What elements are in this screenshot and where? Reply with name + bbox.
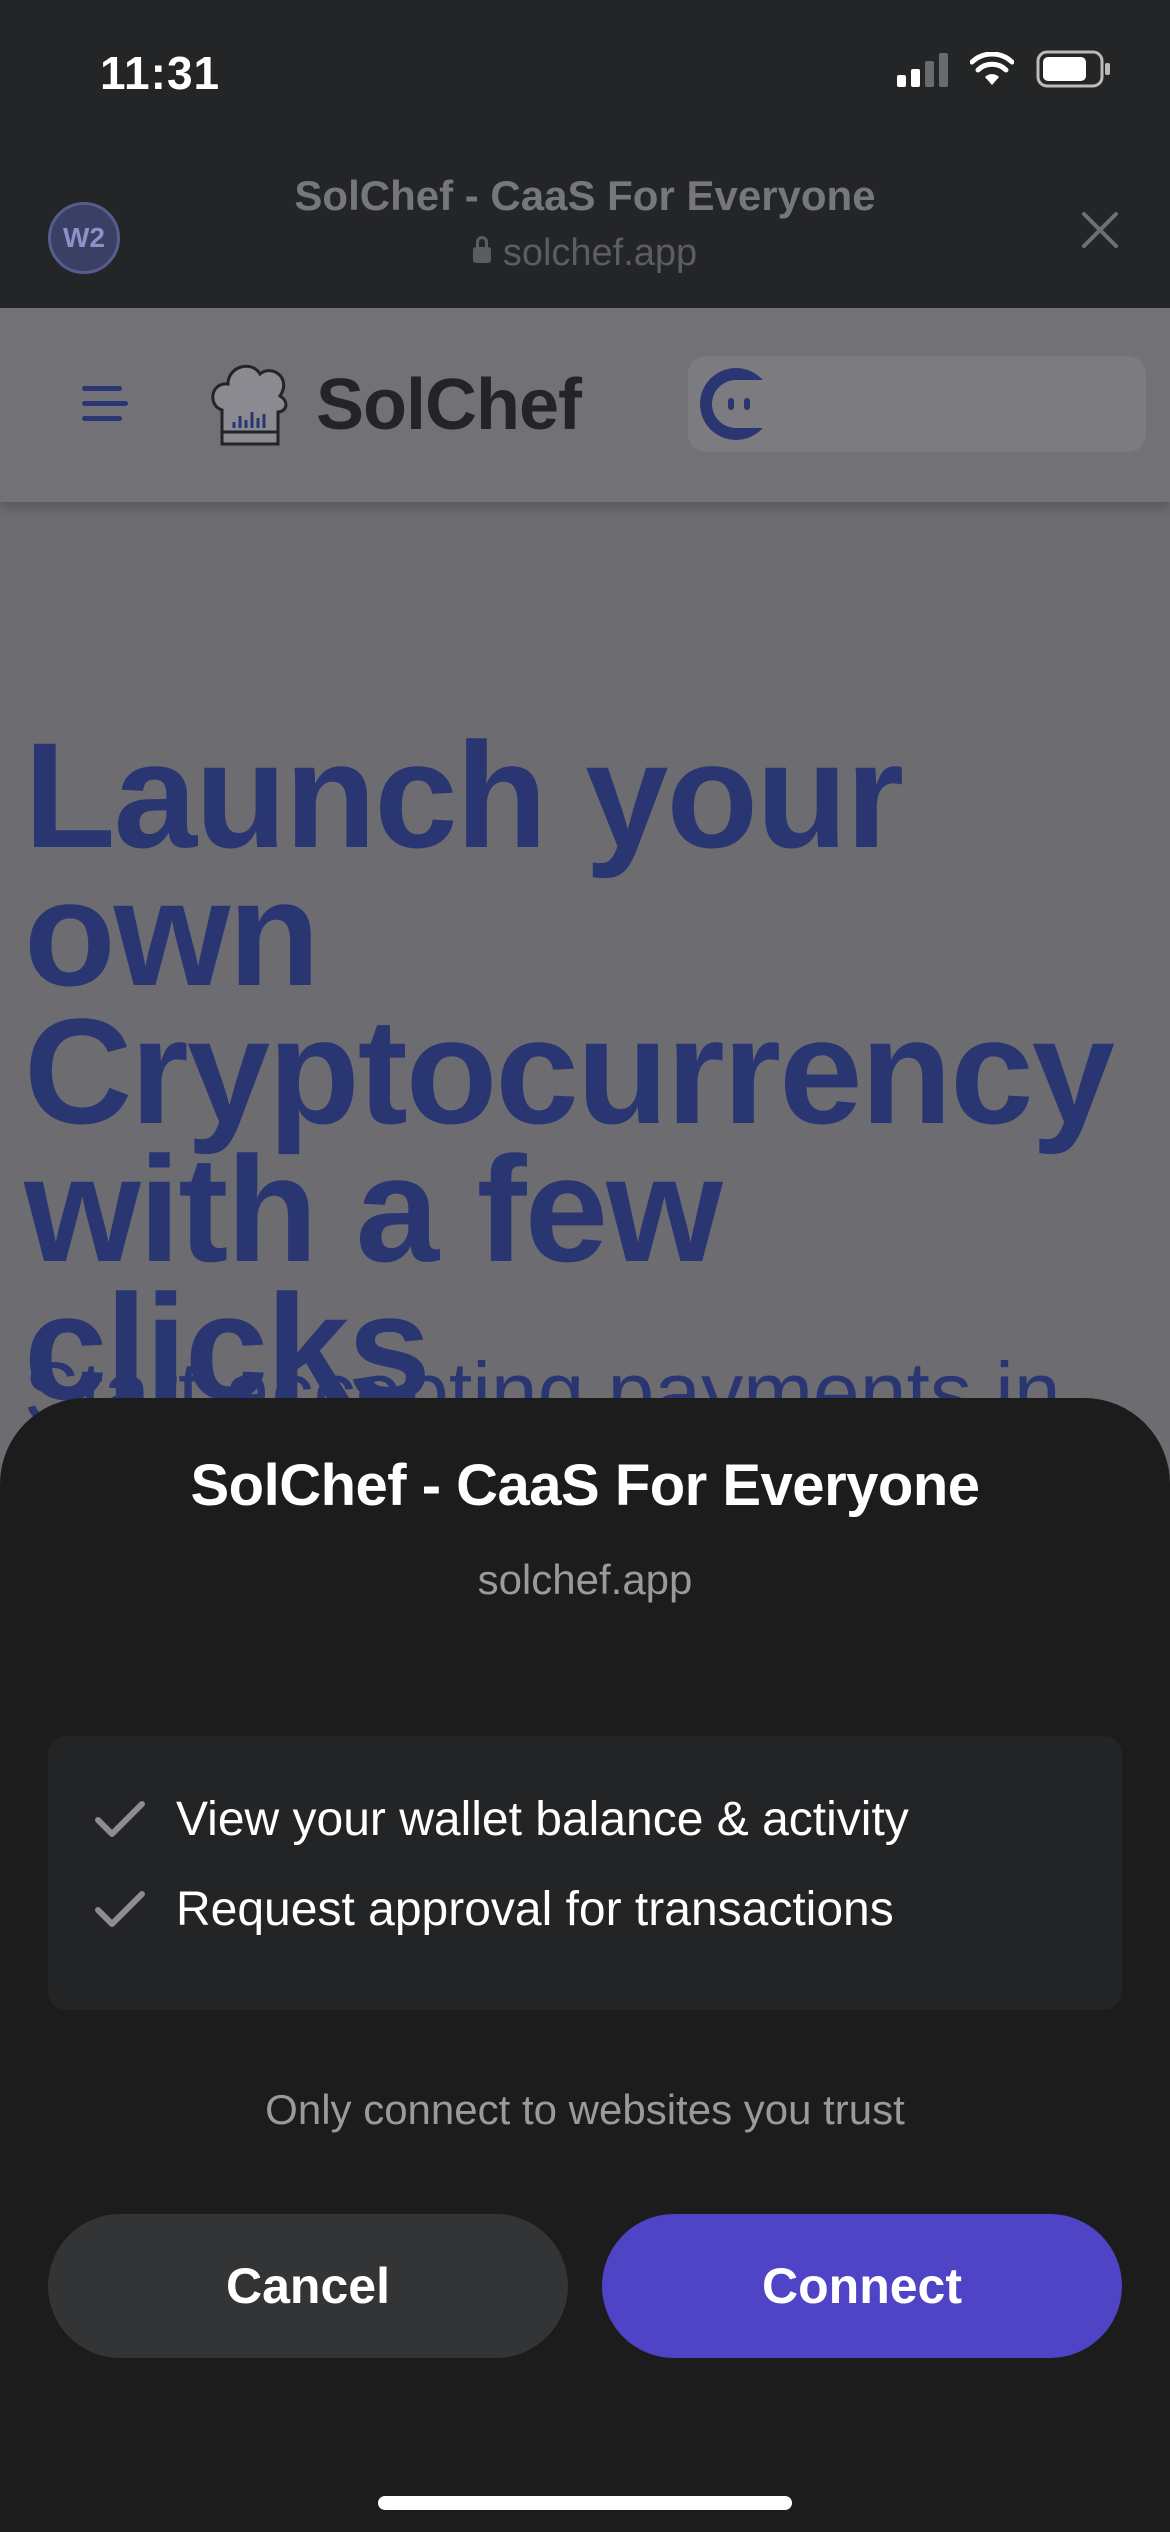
hamburger-menu-icon[interactable] xyxy=(82,386,128,422)
connect-sheet: SolChef - CaaS For Everyone solchef.app … xyxy=(0,1398,1170,2532)
connect-button[interactable]: Connect xyxy=(602,2214,1122,2358)
home-indicator[interactable] xyxy=(378,2496,792,2510)
sheet-title: SolChef - CaaS For Everyone xyxy=(190,1453,980,1518)
battery-icon xyxy=(1036,50,1110,88)
permission-item: Request approval for transactions xyxy=(94,1882,894,1937)
chef-hat-logo-icon xyxy=(211,364,288,446)
browser-url-text: solchef.app xyxy=(502,232,698,274)
permission-label: Request approval for transactions xyxy=(176,1883,894,1936)
browser-header: W2 SolChef - CaaS For Everyone solchef.a… xyxy=(0,150,1170,308)
checkmark-icon xyxy=(95,1890,145,1927)
web-page-overlay: SolChef Launch your own Cryptocurrency w… xyxy=(0,308,1170,1508)
permissions-list: View your wallet balance & activity Requ… xyxy=(48,1736,1122,2010)
checkmark-icon xyxy=(95,1800,145,1837)
sheet-domain: solchef.app xyxy=(477,1556,693,1603)
cellular-signal-icon xyxy=(897,51,948,87)
hero-title: Launch your own Cryptocurrency with a fe… xyxy=(24,711,1115,1431)
status-time: 11:31 xyxy=(100,47,221,99)
cancel-button[interactable]: Cancel xyxy=(48,2214,568,2358)
site-name: SolChef xyxy=(316,365,582,445)
permission-label: View your wallet balance & activity xyxy=(176,1793,909,1846)
trust-warning: Only connect to websites you trust xyxy=(265,2086,905,2133)
site-navbar: SolChef xyxy=(0,308,1170,502)
browser-url: solchef.app xyxy=(0,232,1170,275)
browser-page-title: SolChef - CaaS For Everyone xyxy=(294,172,876,219)
status-icons xyxy=(897,50,1112,88)
lock-icon xyxy=(472,236,491,263)
site-wallet-button[interactable] xyxy=(688,356,1146,452)
wallet-ghost-icon xyxy=(700,368,772,440)
wifi-icon xyxy=(970,52,1014,85)
close-icon[interactable] xyxy=(1080,210,1120,250)
permission-item: View your wallet balance & activity xyxy=(94,1792,909,1847)
status-bar: 11:31 xyxy=(0,0,1170,150)
